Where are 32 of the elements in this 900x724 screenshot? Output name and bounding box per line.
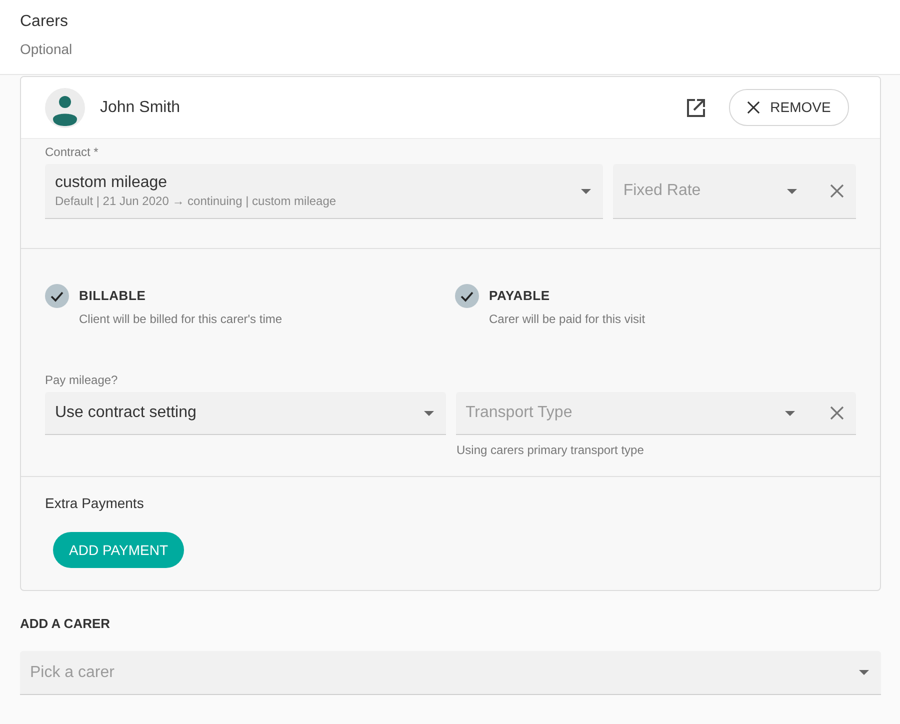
caret-icon: [424, 410, 434, 416]
option-label: PAYABLE: [489, 288, 551, 304]
add-carer-title: ADD A CARER: [20, 616, 112, 632]
option-description: Carer will be paid for this visit: [489, 311, 646, 327]
mileage-label: Pay mileage?: [45, 373, 119, 388]
checkbox[interactable]: [455, 284, 479, 308]
caret-icon: [581, 188, 592, 194]
option-description: Client will be billed for this carer's time: [79, 311, 282, 327]
close-icon: [747, 101, 760, 114]
remove-button[interactable]: REMOVE: [729, 89, 849, 126]
section-title: Carers: [20, 12, 70, 32]
transport-select[interactable]: Transport Type: [456, 392, 856, 435]
caret-icon: [785, 410, 795, 416]
checkbox[interactable]: [45, 284, 69, 308]
contract-select[interactable]: custom mileage Default | 21 Jun 2020 → continuing | custom mileage: [45, 164, 604, 219]
clear-icon[interactable]: [830, 406, 844, 420]
contract-detail: Default | 21 Jun 2020 → continuing | custom mileage: [55, 193, 338, 209]
clear-icon[interactable]: [830, 184, 844, 198]
mileage-select[interactable]: Use contract setting: [45, 392, 446, 435]
external-link-icon[interactable]: [686, 98, 706, 118]
extra-payments-title: Extra Payments: [45, 494, 145, 512]
transport-hint: Using carers primary transport type: [456, 442, 645, 459]
caret-icon: [787, 188, 797, 194]
option-label: BILLABLE: [79, 288, 147, 304]
contract-value: custom mileage: [55, 173, 168, 193]
rate-select[interactable]: Fixed Rate: [613, 164, 856, 219]
contract-label: Contract *: [45, 145, 100, 160]
caret-icon: [859, 670, 869, 675]
section-subtitle: Optional: [20, 40, 74, 58]
avatar-icon: [45, 88, 85, 128]
carer-name: John Smith: [100, 98, 180, 118]
carer-select[interactable]: Pick a carer: [20, 651, 881, 695]
